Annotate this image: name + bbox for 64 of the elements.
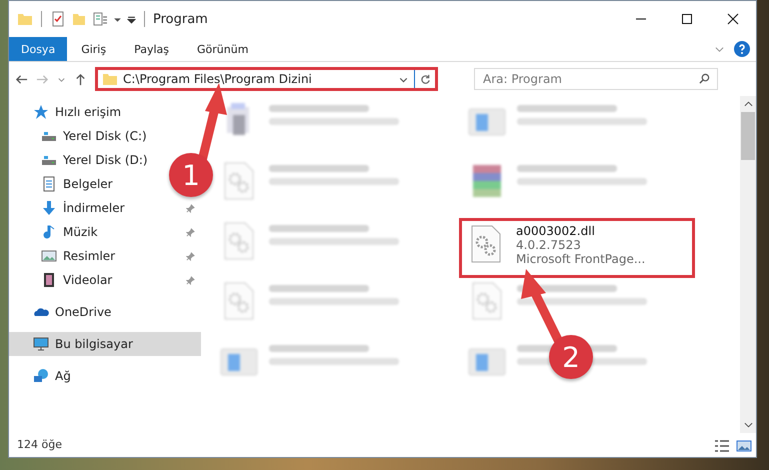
sidebar-item[interactable]: Ağ <box>9 364 77 388</box>
sidebar-label: Bu bilgisayar <box>55 337 134 351</box>
picture-icon <box>41 248 57 264</box>
sidebar-item[interactable]: İndirmeler <box>9 196 201 220</box>
sidebar-item[interactable]: Videolar <box>9 268 201 292</box>
music-note-icon <box>41 224 57 240</box>
sidebar-label: Hızlı erişim <box>55 105 122 119</box>
star-icon <box>33 104 49 120</box>
search-field[interactable]: Ara: Program <box>474 68 718 90</box>
network-icon <box>33 368 49 384</box>
sidebar-label: Yerel Disk (C:) <box>63 129 147 143</box>
details-view-icon[interactable] <box>714 439 730 453</box>
sidebar-label: OneDrive <box>55 305 112 319</box>
file-tab[interactable]: Dosya <box>9 37 68 61</box>
layout-icon[interactable] <box>92 11 108 27</box>
sidebar-item[interactable]: Yerel Disk (C:) <box>9 124 153 148</box>
download-arrow-icon <box>41 200 57 216</box>
large-icons-view-icon[interactable] <box>736 439 752 453</box>
sidebar-item[interactable]: Bu bilgisayar <box>9 332 201 356</box>
close-icon <box>727 13 739 25</box>
number-badge: 2 <box>549 335 593 379</box>
back-icon[interactable] <box>15 72 28 86</box>
help-icon[interactable] <box>734 41 750 57</box>
pin-icon[interactable] <box>186 204 195 212</box>
address-path: C:\Program Files\Program Dizini <box>123 72 313 86</box>
highlighted-file[interactable]: a0003002.dll 4.0.2.7523 Microsoft FrontPage... <box>459 218 695 278</box>
file-detail: 4.0.2.7523 <box>516 238 582 252</box>
sidebar-label: İndirmeler <box>63 201 126 215</box>
up-icon[interactable] <box>74 72 87 86</box>
pin-icon[interactable] <box>186 228 195 236</box>
item-count: 124 öğe <box>17 438 62 451</box>
address-bar[interactable]: C:\Program Files\Program Dizini <box>95 67 438 91</box>
file-detail: Microsoft FrontPage... <box>516 252 646 266</box>
sidebar-label: Müzik <box>63 225 99 239</box>
pin-icon[interactable] <box>186 276 195 284</box>
search-icon <box>699 73 710 84</box>
sidebar-label: Yerel Disk (D:) <box>63 153 148 167</box>
scrollbar[interactable] <box>740 96 756 433</box>
customize-icon[interactable] <box>127 14 136 24</box>
sidebar-label: Resimler <box>63 249 116 263</box>
sidebar-item[interactable]: Müzik <box>9 220 201 244</box>
document-icon <box>41 176 57 192</box>
sidebar-item[interactable]: Yerel Disk (D:) <box>9 148 154 172</box>
file-name: a0003002.dll <box>516 224 596 238</box>
sidebar-item[interactable]: Hızlı erişim <box>9 100 128 124</box>
sidebar-item[interactable]: Belgeler <box>9 172 119 196</box>
scroll-up-icon[interactable] <box>744 101 752 107</box>
sidebar-label: Videolar <box>63 273 114 287</box>
scrollbar-thumb[interactable] <box>741 112 755 160</box>
sidebar-item[interactable]: Resimler <box>9 244 201 268</box>
film-icon <box>41 272 57 288</box>
window-title: Program <box>153 12 208 26</box>
scroll-down-icon[interactable] <box>744 422 752 428</box>
monitor-icon <box>33 336 49 352</box>
expand-ribbon-icon[interactable] <box>715 44 724 54</box>
sidebar-label: Ağ <box>55 369 71 383</box>
sidebar-item[interactable]: OneDrive <box>9 300 118 324</box>
refresh-icon[interactable] <box>420 74 431 84</box>
maximize-icon <box>681 13 693 25</box>
number-badge: 1 <box>169 153 213 197</box>
pin-icon[interactable] <box>186 252 195 260</box>
folder-icon <box>102 71 118 87</box>
properties-icon[interactable] <box>50 11 66 27</box>
sidebar-label: Belgeler <box>63 177 113 191</box>
